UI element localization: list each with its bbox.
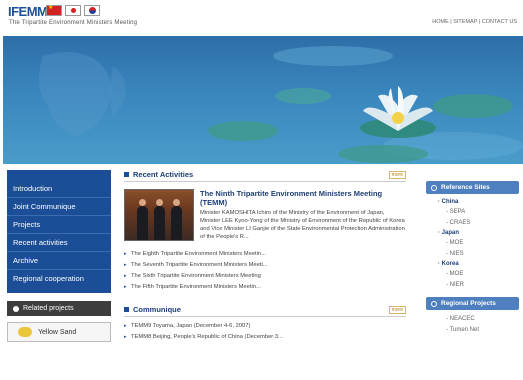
person-figure xyxy=(171,199,182,240)
country-japan: · Japan xyxy=(438,230,460,236)
communique-title: Communique xyxy=(124,305,181,314)
japan-flag-icon[interactable] xyxy=(65,5,81,16)
lily-pad xyxy=(433,94,513,118)
main-content: Recent Activities more The Ninth Tripart… xyxy=(124,170,406,343)
site-link-moe-korea[interactable]: - MOE xyxy=(438,269,519,280)
recent-activities-header: Recent Activities more xyxy=(124,170,406,182)
map-landmass xyxy=(39,52,112,136)
hero-banner xyxy=(3,36,523,164)
featured-article: The Ninth Tripartite Environment Ministe… xyxy=(124,189,406,241)
site-subtitle: The Tripartite Environment Ministers Mee… xyxy=(9,20,138,26)
related-projects-header: Related projects xyxy=(7,301,111,316)
nav-item-introduction[interactable]: Introduction xyxy=(7,180,111,198)
communique-section: Communique more TEMM9 Toyama, Japan (Dec… xyxy=(124,305,406,343)
feature-body: Minister KAMOSHITA Ichiro of the Ministr… xyxy=(200,210,405,240)
nav-item-archive[interactable]: Archive xyxy=(7,252,111,270)
news-item[interactable]: The Sixth Tripartite Environment Ministe… xyxy=(124,271,406,282)
communique-list: TEMM9 Toyama, Japan (December 4-6, 2007)… xyxy=(124,321,406,343)
section-title-text: Communique xyxy=(133,305,181,314)
communique-item[interactable]: TEMM9 Toyama, Japan (December 4-6, 2007) xyxy=(124,321,406,332)
yellow-sand-icon xyxy=(18,327,32,337)
news-item[interactable]: The Fifth Tripartite Environment Ministe… xyxy=(124,282,406,293)
communique-header: Communique more xyxy=(124,305,406,317)
nav-item-joint-communique[interactable]: Joint Communique xyxy=(7,198,111,216)
person-figure xyxy=(154,199,165,240)
more-button[interactable]: more xyxy=(388,305,406,314)
lily-pad xyxy=(275,88,331,104)
regional-projects-list: - NEACEC - Tumen Net xyxy=(426,310,519,336)
circle-bullet-icon xyxy=(431,184,437,191)
square-bullet-icon xyxy=(124,307,129,312)
nav-item-regional-cooperation[interactable]: Regional cooperation xyxy=(7,270,111,287)
site-link-tumen-net[interactable]: - Tumen Net xyxy=(438,325,519,336)
yellow-sand-link[interactable]: Yellow Sand xyxy=(7,322,111,342)
country-china: · China xyxy=(438,199,459,205)
site-link-sepa[interactable]: - SEPA xyxy=(438,207,519,218)
map-peninsula xyxy=(110,66,126,116)
regional-projects-title: Regional Projects xyxy=(441,300,496,307)
lily-pad xyxy=(338,145,428,163)
site-link-nier[interactable]: - NIER xyxy=(438,280,519,291)
korea-flag-icon[interactable] xyxy=(84,5,100,16)
more-button[interactable]: more xyxy=(388,170,406,179)
news-list: The Eighth Tripartite Environment Minist… xyxy=(124,249,406,293)
section-title-text: Recent Activities xyxy=(133,170,194,179)
lily-pad xyxy=(208,121,278,141)
nav-item-projects[interactable]: Projects xyxy=(7,216,111,234)
news-item[interactable]: The Eighth Tripartite Environment Minist… xyxy=(124,249,406,260)
regional-projects-header: Regional Projects xyxy=(426,297,519,310)
yellow-sand-label: Yellow Sand xyxy=(38,328,77,336)
site-link-nies[interactable]: - NIES xyxy=(438,249,519,260)
main-menu: Introduction Joint Communique Projects R… xyxy=(7,170,111,293)
right-sidebar: Reference Sites · China - SEPA - CRAES ·… xyxy=(426,181,519,336)
communique-item[interactable]: TEMM8 Beijing, People's Republic of Chin… xyxy=(124,332,406,343)
country-korea: · Korea xyxy=(438,261,459,267)
bullet-icon xyxy=(13,305,19,312)
header: IFEMM The Tripartite Environment Ministe… xyxy=(0,0,523,36)
circle-bullet-icon xyxy=(431,300,437,307)
reference-sites-title: Reference Sites xyxy=(441,184,490,191)
top-links[interactable]: HOME | SITEMAP | CONTACT US xyxy=(432,19,517,25)
site-link-neacec[interactable]: - NEACEC xyxy=(438,314,519,325)
person-figure xyxy=(137,199,148,240)
site-link-moe-japan[interactable]: - MOE xyxy=(438,238,519,249)
recent-activities-title: Recent Activities xyxy=(124,170,193,179)
feature-text: The Ninth Tripartite Environment Ministe… xyxy=(200,189,406,241)
flag-group xyxy=(46,4,100,16)
site-logo[interactable]: IFEMM xyxy=(8,4,48,19)
ripple xyxy=(273,46,393,66)
square-bullet-icon xyxy=(124,172,129,177)
left-navigation: Introduction Joint Communique Projects R… xyxy=(7,170,111,342)
water-lily-icon xyxy=(360,86,436,138)
ministers-photo[interactable] xyxy=(124,189,194,241)
reference-sites-list: · China - SEPA - CRAES · Japan - MOE - N… xyxy=(426,194,519,291)
banner-artwork xyxy=(39,46,523,163)
feature-title[interactable]: The Ninth Tripartite Environment Ministe… xyxy=(200,189,406,207)
reference-sites-header: Reference Sites xyxy=(426,181,519,194)
site-link-craes[interactable]: - CRAES xyxy=(438,218,519,229)
related-projects-label: Related projects xyxy=(23,305,74,312)
nav-item-recent-activities[interactable]: Recent activities xyxy=(7,234,111,252)
china-flag-icon[interactable] xyxy=(46,4,62,16)
news-item[interactable]: The Seventh Tripartite Environment Minis… xyxy=(124,260,406,271)
